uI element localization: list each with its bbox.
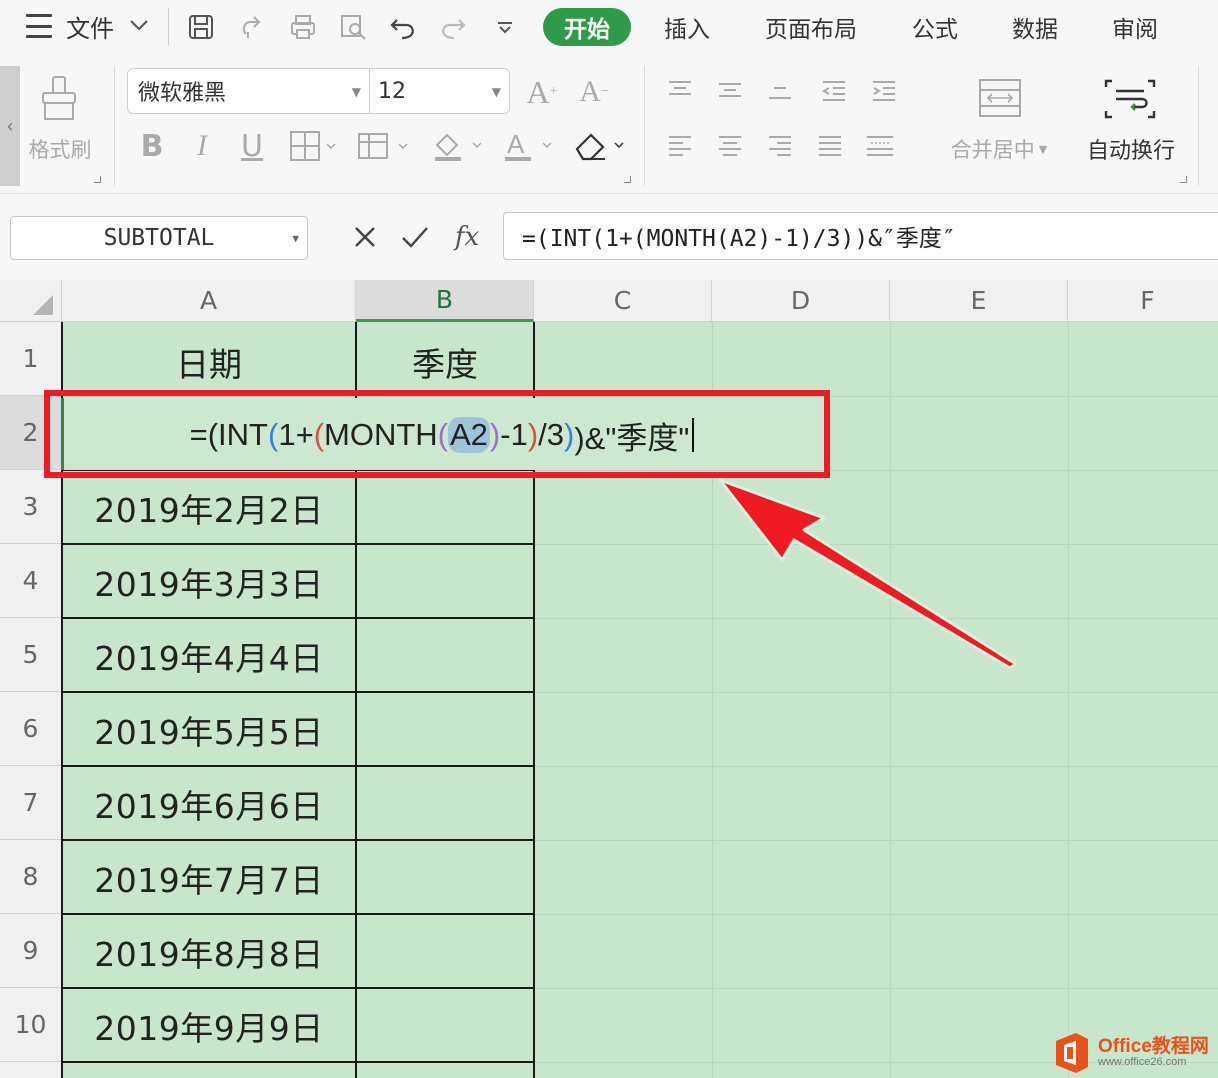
ribbon: ‹ 格式刷 微软雅黑 ▼ 12 ▼ A + A − B I U A 合并居中 ▼… [0,54,1218,194]
row-header-5[interactable]: 5 [0,618,62,692]
row-header-8[interactable]: 8 [0,840,62,914]
cell-b1[interactable]: 季度 [356,328,534,396]
align-right-icon[interactable] [764,128,796,164]
svg-text:A: A [507,129,525,159]
name-box[interactable]: SUBTOTAL ▼ [10,216,308,260]
underline-icon[interactable]: U [236,128,268,164]
print-preview-icon[interactable] [336,10,370,44]
caret-down-icon: ▼ [491,85,501,99]
row-header-11[interactable] [0,1062,62,1078]
align-top-icon[interactable] [664,72,696,108]
print-icon[interactable] [286,10,320,44]
justify-icon[interactable] [814,128,846,164]
row-header-6[interactable]: 6 [0,692,62,766]
chevron-down-icon[interactable] [128,14,150,36]
tab-data[interactable]: 数据 [1000,8,1070,46]
format-painter-label[interactable]: 格式刷 [22,134,98,164]
font-size-select[interactable]: 12 ▼ [369,68,510,114]
column-header-f[interactable]: F [1068,280,1218,322]
row-header-10[interactable]: 10 [0,988,62,1062]
tab-page-layout[interactable]: 页面布局 [752,8,870,46]
tab-review[interactable]: 审阅 [1100,8,1170,46]
row-header-9[interactable]: 9 [0,914,62,988]
menu-bar: 文件 开始 插入 页面布局 公式 数据 审阅 [0,0,1218,54]
merge-center-icon[interactable] [974,74,1026,122]
column-header-b[interactable]: B [356,280,534,322]
align-center-icon[interactable] [714,128,746,164]
annotation-arrow-icon [718,478,1018,670]
cell-a3[interactable]: 2019年2月2日 [62,472,356,544]
column-header-d[interactable]: D [712,280,890,322]
formula-bar: SUBTOTAL ▼ fx =(INT(1+(MONTH(A2)-1)/3))&… [0,194,1218,280]
cell-a1[interactable]: 日期 [62,328,356,396]
tab-insert[interactable]: 插入 [652,8,722,46]
highlight-box [44,390,830,478]
row-header-1[interactable]: 1 [0,322,62,396]
clear-format-icon[interactable] [572,128,630,164]
borders-icon[interactable] [288,128,340,164]
caret-down-icon: ▼ [351,85,361,99]
align-middle-icon[interactable] [714,72,746,108]
row-header-4[interactable]: 4 [0,544,62,618]
cell-a7[interactable]: 2019年6月6日 [62,768,356,840]
cell-style-icon[interactable] [356,128,412,164]
wrap-text-label[interactable]: 自动换行 [1078,134,1184,164]
align-bottom-icon[interactable] [764,72,796,108]
format-painter-icon[interactable] [34,74,84,124]
wrap-text-icon[interactable] [1100,74,1160,124]
watermark: Office教程网 www.office26.com [1052,1028,1218,1078]
merge-center-label[interactable]: 合并居中 ▼ [934,134,1064,164]
cell-a5[interactable]: 2019年4月4日 [62,620,356,692]
row-header-3[interactable]: 3 [0,470,62,544]
select-all-button[interactable] [0,280,62,322]
decrease-font-size-icon[interactable]: A − [574,72,614,112]
row-header-7[interactable]: 7 [0,766,62,840]
confirm-icon[interactable] [398,220,432,254]
caret-down-icon: ▼ [292,232,299,245]
tab-formulas[interactable]: 公式 [900,8,970,46]
column-header-a[interactable]: A [62,280,356,322]
cell-a6[interactable]: 2019年5月5日 [62,694,356,766]
undo-icon[interactable] [386,10,420,44]
cell-a10[interactable]: 2019年9月9日 [62,990,356,1062]
distributed-align-icon[interactable] [862,128,898,164]
fill-color-icon[interactable] [430,128,486,164]
redo-icon[interactable] [436,10,470,44]
main-menu-icon[interactable] [24,14,54,38]
export-icon[interactable] [236,10,270,44]
customize-toolbar-icon[interactable] [488,10,522,44]
tab-home[interactable]: 开始 [543,8,631,46]
bold-icon[interactable]: B [136,128,168,164]
file-menu-label[interactable]: 文件 [66,10,114,43]
font-color-icon[interactable]: A [502,128,556,164]
column-header-c[interactable]: C [534,280,712,322]
watermark-url: www.office26.com [1098,1056,1187,1069]
increase-font-size-icon[interactable]: A + [522,72,562,112]
office-logo-icon [1052,1031,1092,1075]
cell-a8[interactable]: 2019年7月7日 [62,842,356,914]
insert-function-icon[interactable]: fx [450,220,484,254]
save-icon[interactable] [184,10,218,44]
watermark-title: Office教程网 [1098,1036,1209,1058]
font-name-value: 微软雅黑 [138,81,227,106]
cancel-icon[interactable] [348,220,382,254]
increase-indent-icon[interactable] [868,72,900,108]
spreadsheet-grid: A B C D E F 1 2 3 4 5 6 7 8 9 10 日期 季度 2… [0,280,1218,1078]
ribbon-scroll-left[interactable]: ‹ [0,66,20,186]
formula-input[interactable]: =(INT(1+(MONTH(A2)-1)/3))&″季度″ [503,212,1218,260]
align-left-icon[interactable] [664,128,696,164]
name-box-value: SUBTOTAL [103,225,215,251]
italic-icon[interactable]: I [186,128,218,164]
column-header-e[interactable]: E [890,280,1068,322]
font-name-select[interactable]: 微软雅黑 ▼ [127,68,370,114]
decrease-indent-icon[interactable] [818,72,850,108]
cell-a9[interactable]: 2019年8月8日 [62,916,356,988]
cell-a4[interactable]: 2019年3月3日 [62,546,356,618]
font-size-value: 12 [378,78,406,104]
